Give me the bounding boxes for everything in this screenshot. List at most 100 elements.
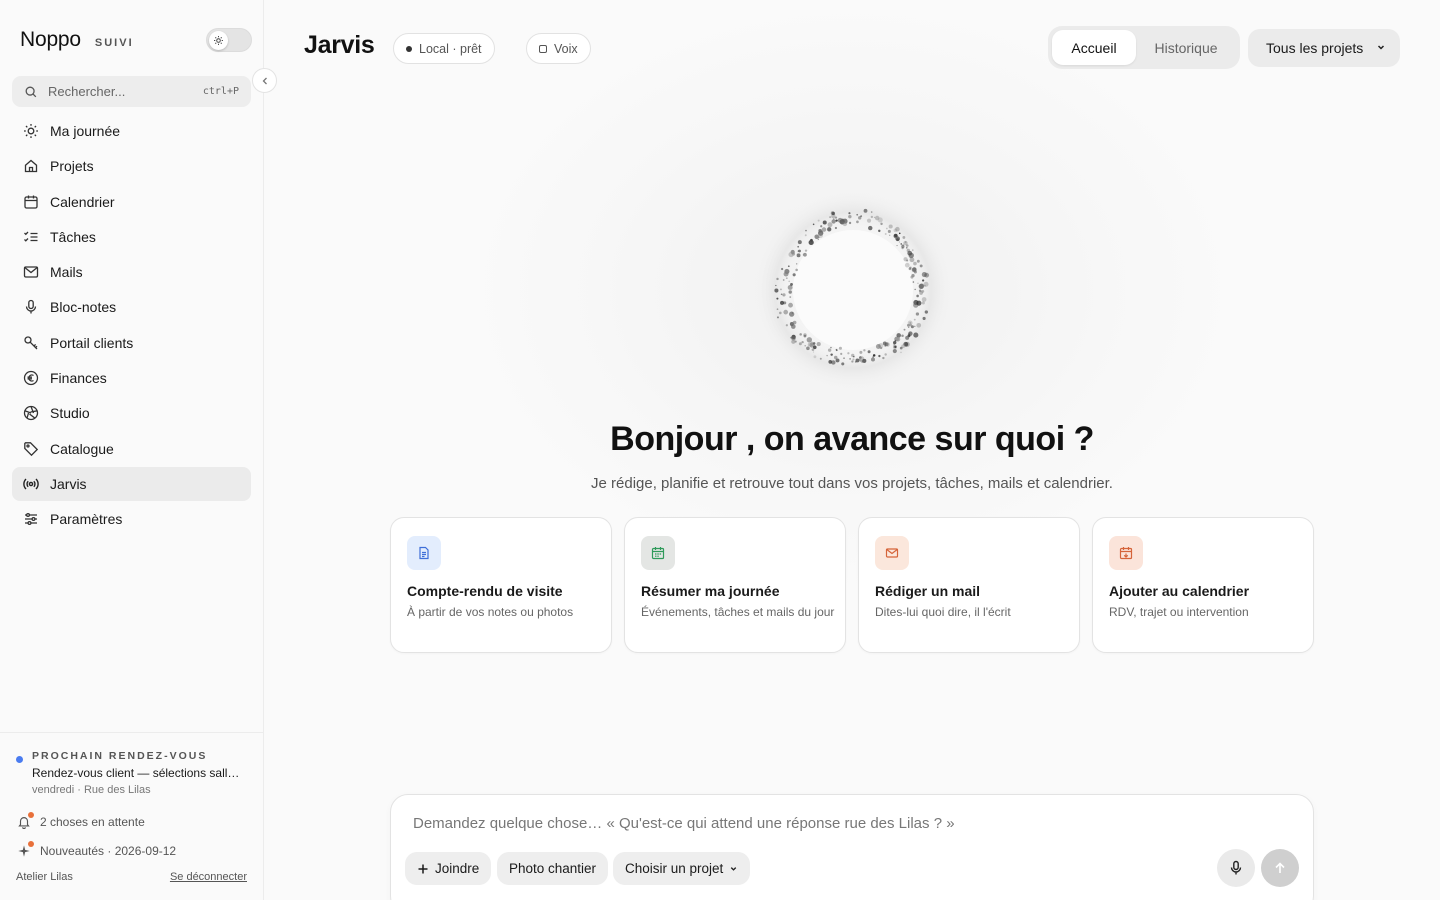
sidebar-item-label: Calendrier [50, 193, 115, 210]
orb-particle [795, 268, 798, 272]
orb-particle [902, 236, 906, 239]
orb-particle [812, 342, 816, 345]
orb-particle [908, 326, 910, 328]
news-label: Nouveautés · 2026-09-12 [40, 844, 177, 858]
chevron-down-icon [731, 867, 737, 871]
orb-particle [852, 358, 855, 361]
orb-particle [790, 336, 793, 339]
orb-particle [791, 312, 793, 314]
microphone-button[interactable] [1217, 849, 1255, 887]
sidebar-item-label: Catalogue [50, 440, 114, 457]
pending-notifications[interactable]: 2 choses en attente [17, 812, 145, 830]
orb-particle [795, 263, 798, 265]
logout-link[interactable]: Se déconnecter [170, 871, 247, 883]
chevron-down-icon [1377, 45, 1385, 50]
sidebar-item-ma-journee[interactable]: Ma journée [12, 114, 251, 148]
orb-particle [911, 273, 915, 278]
orb-particle [895, 336, 901, 342]
sidebar-nav: Ma journée Projets Calendrier Tâches Mai… [12, 114, 251, 538]
microphone-icon [1230, 860, 1242, 875]
project-filter-select[interactable]: Tous les projets [1248, 29, 1400, 67]
orb-particle [838, 346, 842, 350]
sidebar-item-jarvis[interactable]: Jarvis [12, 466, 251, 501]
sidebar: Noppo SUIVI Rechercher... ctrl+P Ma jour… [0, 0, 264, 900]
calendar-icon [641, 536, 675, 570]
orb-particle [826, 354, 828, 357]
orb-particle [914, 325, 916, 327]
orb-particle [905, 335, 910, 340]
tab-historique[interactable]: Historique [1136, 30, 1236, 65]
orb-particle [807, 342, 812, 347]
orb-particle [819, 357, 822, 360]
home-icon [23, 158, 39, 174]
sidebar-item-parametres[interactable]: Paramètres [12, 502, 251, 536]
card-resumer-journee[interactable]: Résumer ma journée Événements, tâches et… [624, 517, 846, 653]
orb-particle [885, 342, 890, 347]
orb-particle [901, 246, 904, 250]
orb-particle [797, 240, 802, 245]
orb-particle [859, 350, 863, 354]
orb-particle [790, 282, 793, 286]
document-icon [407, 536, 441, 570]
sidebar-item-catalogue[interactable]: Catalogue [12, 432, 251, 466]
sidebar-item-bloc-notes[interactable]: Bloc-notes [12, 290, 251, 324]
suggestion-cards: Compte-rendu de visite À partir de vos n… [390, 517, 1314, 653]
orb-particle [866, 218, 872, 223]
orb-particle [893, 340, 897, 345]
workspace-name: Atelier Lilas [16, 871, 73, 883]
orb-particle [916, 294, 919, 298]
orb-particle [901, 334, 904, 337]
sidebar-item-portail-clients[interactable]: Portail clients [12, 326, 251, 360]
orb-particle [803, 334, 807, 338]
orb-particle [805, 229, 807, 232]
orb-particle [813, 355, 817, 359]
key-icon [23, 335, 39, 351]
photo-chantier-button[interactable]: Photo chantier [497, 852, 609, 885]
calendar-icon [23, 194, 39, 210]
attach-label: Joindre [435, 861, 480, 876]
checklist-icon [23, 229, 39, 245]
collapse-sidebar-button[interactable] [252, 68, 277, 93]
card-title: Ajouter au calendrier [1109, 583, 1250, 599]
theme-toggle[interactable] [206, 28, 252, 52]
next-appointment-title[interactable]: Rendez-vous client — sélections sall… [32, 766, 247, 780]
sidebar-item-calendrier[interactable]: Calendrier [12, 185, 251, 219]
orb-particle [880, 222, 883, 226]
voice-button[interactable]: Voix [526, 33, 591, 64]
orb-particle [854, 360, 857, 363]
orb-particle [900, 351, 902, 354]
chat-input[interactable]: Demandez quelque chose… « Qu'est-ce qui … [413, 815, 955, 832]
orb-particle [794, 340, 797, 343]
card-title: Rédiger un mail [875, 583, 981, 599]
orb-particle [924, 310, 928, 314]
news-link[interactable]: Nouveautés · 2026-09-12 [17, 841, 177, 858]
sidebar-item-taches[interactable]: Tâches [12, 220, 251, 254]
orb-particle [792, 273, 796, 277]
microphone-icon [23, 299, 39, 315]
photo-label: Photo chantier [509, 861, 597, 876]
orb-particle [885, 227, 888, 230]
orb-particle [870, 215, 874, 219]
orb-particle [894, 233, 898, 238]
card-ajouter-calendrier[interactable]: Ajouter au calendrier RDV, trajet ou int… [1092, 517, 1314, 653]
orb-particle [870, 211, 873, 213]
orb-particle [848, 221, 852, 225]
sidebar-item-studio[interactable]: Studio [12, 396, 251, 430]
orb-particle [775, 284, 777, 287]
tab-accueil[interactable]: Accueil [1052, 30, 1136, 65]
orb-particle [882, 356, 885, 360]
attach-button[interactable]: Joindre [405, 852, 492, 885]
sidebar-item-mails[interactable]: Mails [12, 255, 251, 289]
card-compte-rendu[interactable]: Compte-rendu de visite À partir de vos n… [390, 517, 612, 653]
sidebar-item-projets[interactable]: Projets [12, 149, 251, 183]
orb-particle [922, 279, 925, 282]
sliders-icon [23, 511, 39, 527]
choose-project-select[interactable]: Choisir un projet [613, 852, 751, 885]
page-title: Jarvis [304, 31, 375, 59]
card-rediger-mail[interactable]: Rédiger un mail Dites-lui quoi dire, il … [858, 517, 1080, 653]
greeting-headline: Bonjour , on avance sur quoi ? [610, 420, 1094, 458]
send-button[interactable] [1261, 849, 1299, 887]
search-input[interactable]: Rechercher... ctrl+P [12, 76, 251, 107]
orb-particle [808, 239, 814, 246]
sidebar-item-finances[interactable]: Finances [12, 361, 251, 395]
